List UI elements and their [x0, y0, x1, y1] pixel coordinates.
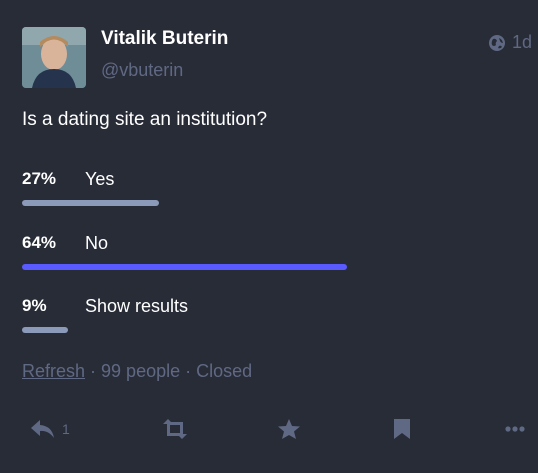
separator: ·: [180, 361, 197, 381]
boost-icon: [163, 419, 187, 439]
reply-icon: [31, 420, 54, 438]
separator: ·: [85, 361, 102, 381]
favourite-button[interactable]: [277, 418, 301, 440]
avatar-photo: [22, 27, 86, 88]
more-button[interactable]: [504, 418, 526, 440]
reply-button[interactable]: 1: [30, 418, 70, 440]
boost-button[interactable]: [161, 418, 189, 440]
avatar[interactable]: [22, 27, 86, 88]
reply-count: 1: [62, 421, 70, 437]
more-icon: [505, 426, 525, 432]
status-action-bar: 1: [0, 418, 538, 448]
poll-option-bar: [22, 264, 347, 270]
poll-state: Closed: [196, 361, 253, 381]
bookmark-button[interactable]: [393, 418, 411, 440]
poll-option-percent: 9%: [22, 296, 47, 315]
poll-option-label: Show results: [85, 296, 189, 316]
globe-icon: [488, 34, 505, 51]
poll-voters: 99 people: [101, 361, 181, 381]
poll-option-percent: 64%: [22, 233, 57, 252]
poll-option-label: Yes: [85, 169, 115, 189]
bookmark-icon: [394, 419, 410, 439]
author-display-name[interactable]: Vitalik Buterin: [101, 28, 228, 50]
author-handle[interactable]: @vbuterin: [101, 60, 183, 81]
poll-option-bar: [22, 327, 68, 333]
poll-option-percent: 27%: [22, 169, 57, 188]
status-question: Is a dating site an institution?: [22, 109, 268, 130]
poll-option-label: No: [85, 233, 109, 253]
poll-option-bar: [22, 200, 159, 206]
refresh-link[interactable]: Refresh: [22, 361, 85, 381]
poll-footer: Refresh · 99 people · Closed: [22, 361, 252, 382]
favourite-icon: [278, 419, 300, 439]
timestamp-text: 1d: [511, 32, 532, 52]
status-timestamp[interactable]: 1d: [488, 32, 532, 53]
